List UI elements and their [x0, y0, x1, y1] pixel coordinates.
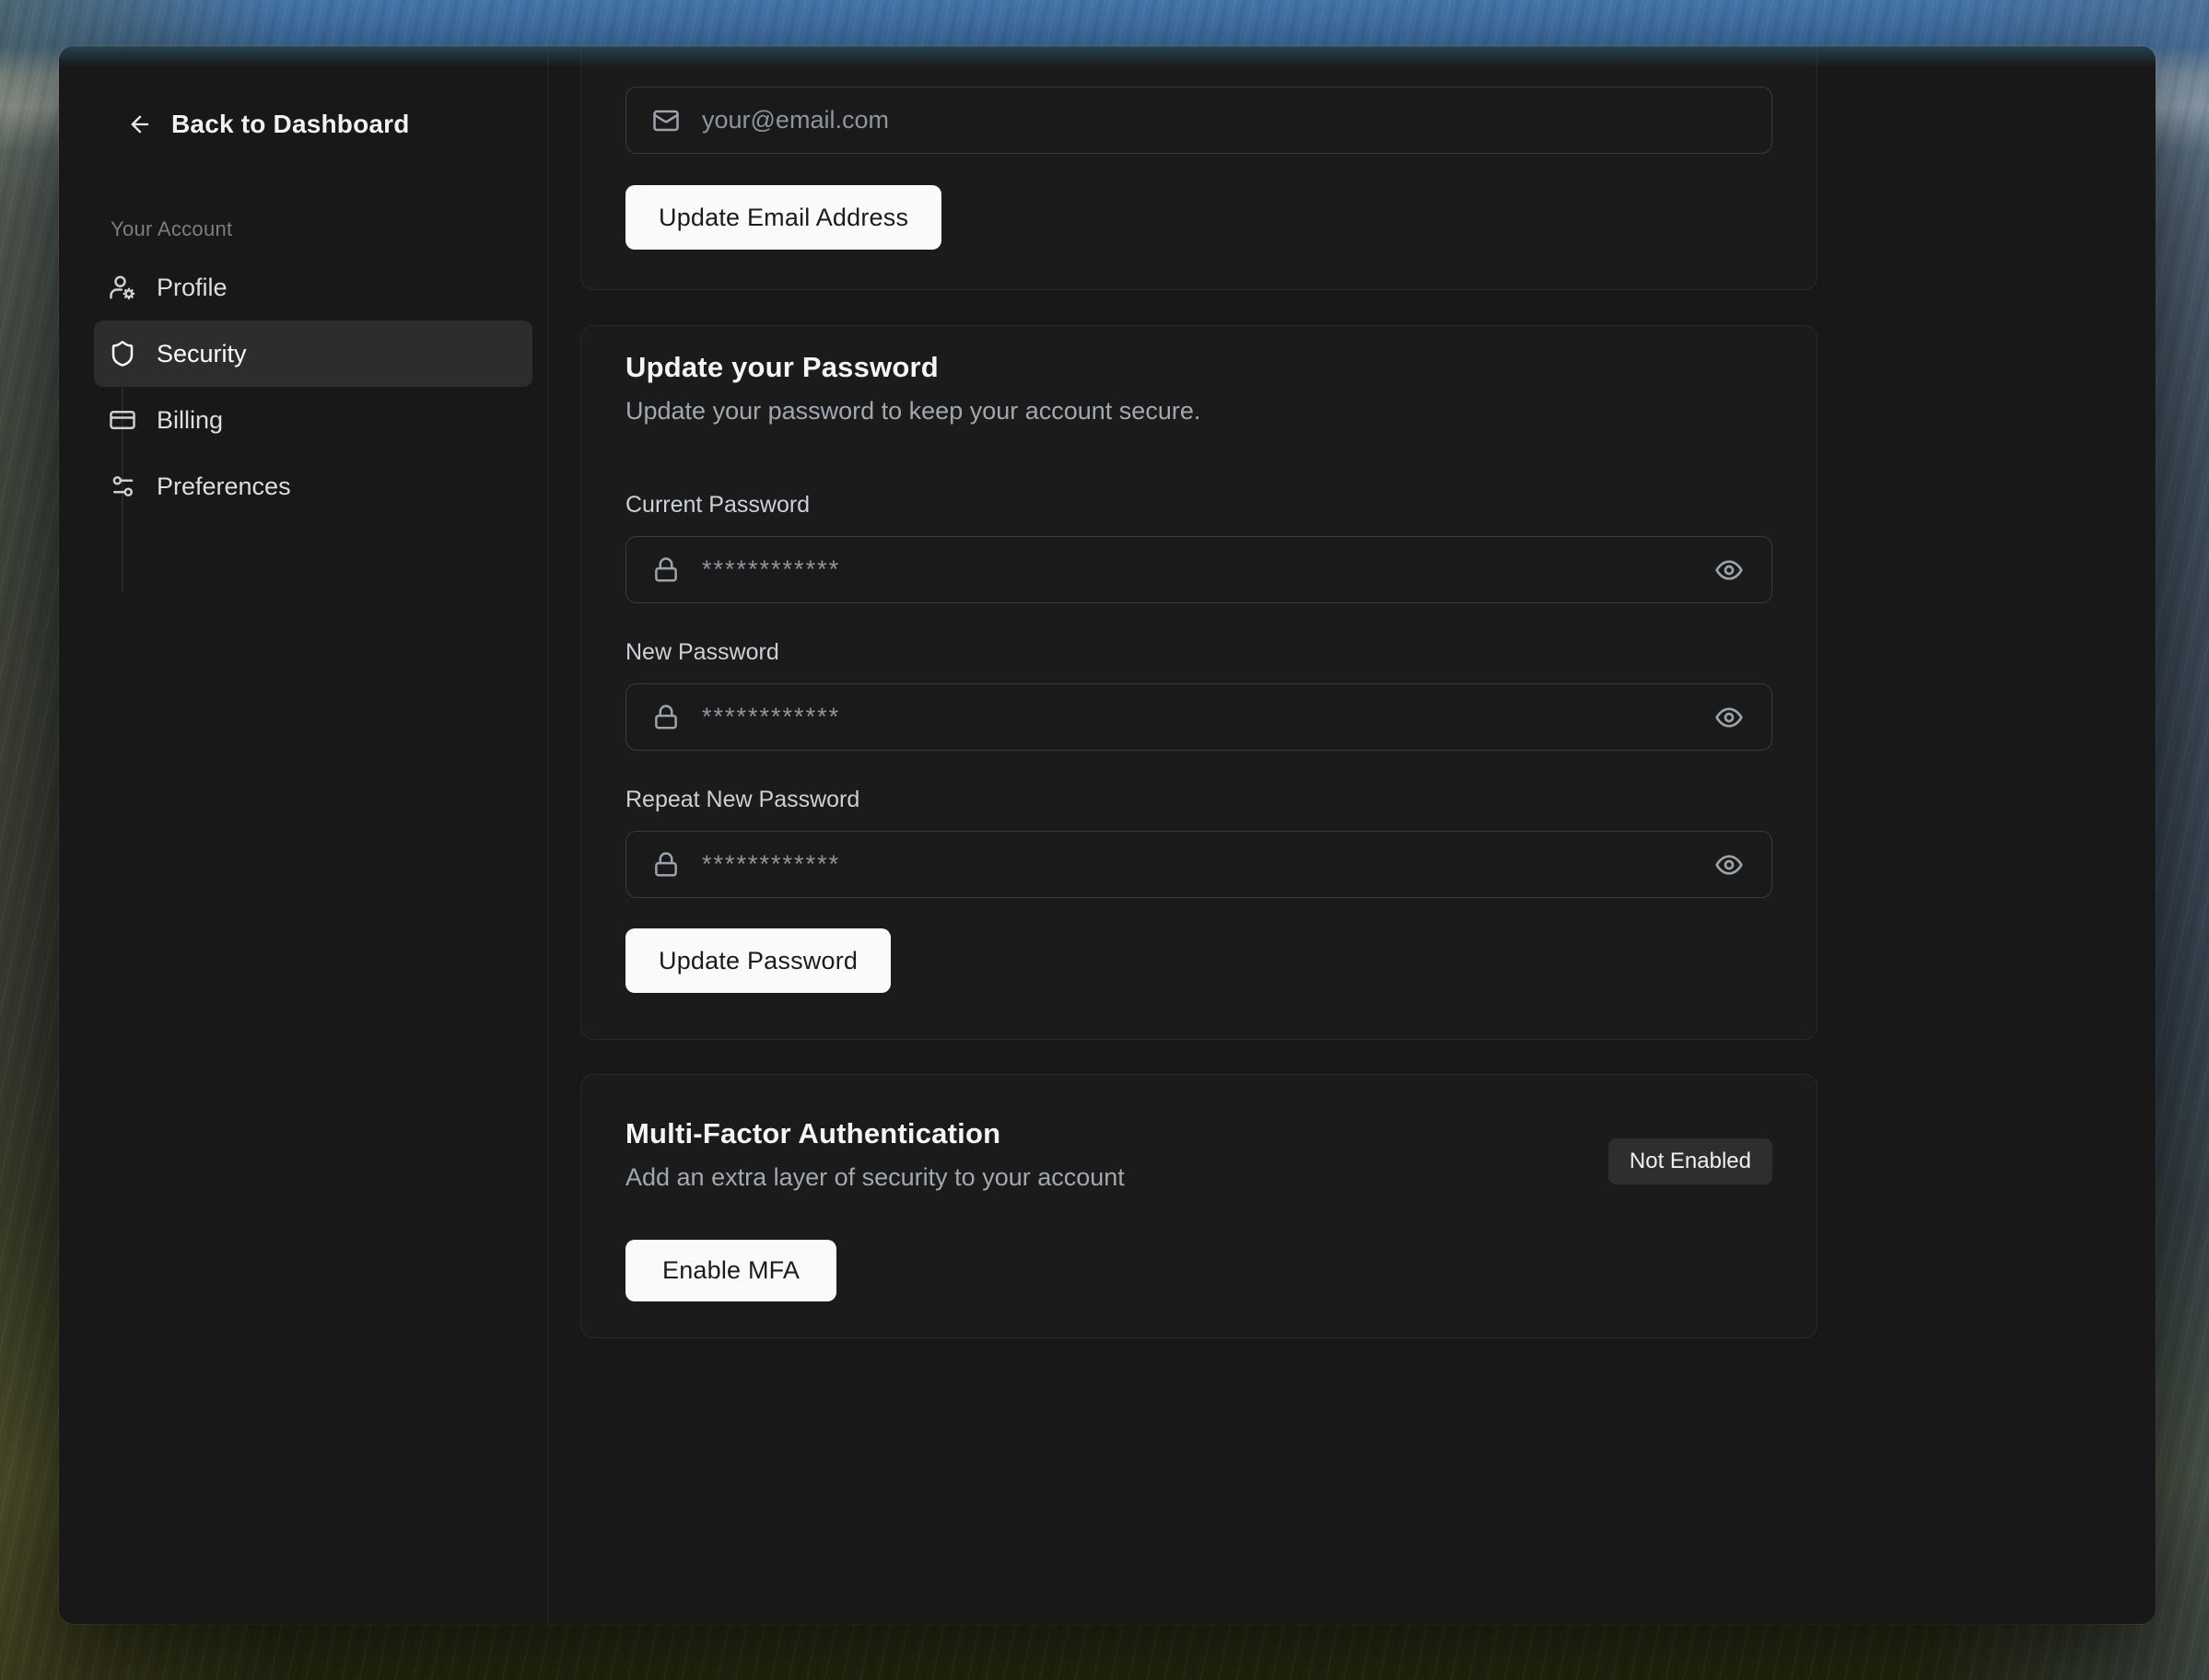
toggle-current-password-visibility-button[interactable]	[1709, 550, 1749, 590]
sidebar-item-billing[interactable]: Billing	[94, 387, 532, 453]
password-card-subtitle: Update your password to keep your accoun…	[625, 394, 1772, 427]
new-password-input[interactable]	[702, 703, 1687, 731]
lock-icon	[652, 556, 680, 584]
sliders-icon	[109, 472, 136, 500]
eye-icon	[1714, 555, 1744, 585]
email-input-box	[625, 87, 1772, 154]
email-card: Update Email Address	[580, 46, 1817, 290]
shield-icon	[109, 340, 136, 368]
password-card: Update your Password Update your passwor…	[580, 325, 1817, 1040]
sidebar-nav: Profile Security Billing	[94, 254, 532, 519]
mfa-header: Multi-Factor Authentication Add an extra…	[625, 1115, 1772, 1194]
eye-icon	[1714, 703, 1744, 732]
sidebar-item-label: Preferences	[157, 472, 291, 501]
current-password-label: Current Password	[625, 491, 1772, 519]
user-gear-icon	[109, 274, 136, 301]
arrow-left-icon	[127, 111, 153, 137]
current-password-input-box	[625, 536, 1772, 603]
current-password-input[interactable]	[702, 555, 1687, 584]
update-password-button[interactable]: Update Password	[625, 928, 891, 993]
settings-window: Back to Dashboard Your Account Profile	[59, 46, 2156, 1624]
credit-card-icon	[109, 406, 136, 434]
mail-icon	[652, 107, 680, 134]
new-password-label: New Password	[625, 638, 1772, 666]
mfa-header-text: Multi-Factor Authentication Add an extra…	[625, 1115, 1125, 1194]
mfa-status-badge: Not Enabled	[1608, 1138, 1772, 1184]
mfa-card-subtitle: Add an extra layer of security to your a…	[625, 1161, 1125, 1194]
new-password-input-box	[625, 683, 1772, 751]
repeat-password-input-box	[625, 831, 1772, 898]
back-to-dashboard-label: Back to Dashboard	[171, 110, 410, 139]
sidebar-item-profile[interactable]: Profile	[94, 254, 532, 321]
toggle-new-password-visibility-button[interactable]	[1709, 697, 1749, 738]
mfa-card-title: Multi-Factor Authentication	[625, 1115, 1125, 1152]
sidebar-item-label: Profile	[157, 274, 228, 302]
sidebar-item-security[interactable]: Security	[94, 321, 532, 387]
sidebar-item-preferences[interactable]: Preferences	[94, 453, 532, 519]
repeat-password-input[interactable]	[702, 850, 1687, 879]
sidebar: Back to Dashboard Your Account Profile	[59, 46, 548, 1624]
lock-icon	[652, 704, 680, 731]
repeat-password-label: Repeat New Password	[625, 786, 1772, 813]
back-to-dashboard-button[interactable]: Back to Dashboard	[127, 101, 410, 147]
enable-mfa-button[interactable]: Enable MFA	[625, 1240, 836, 1301]
sidebar-item-label: Security	[157, 340, 247, 368]
toggle-repeat-password-visibility-button[interactable]	[1709, 845, 1749, 885]
lock-icon	[652, 851, 680, 879]
sidebar-item-label: Billing	[157, 406, 223, 435]
update-email-button[interactable]: Update Email Address	[625, 185, 941, 250]
password-card-title: Update your Password	[625, 349, 1772, 386]
mfa-card: Multi-Factor Authentication Add an extra…	[580, 1074, 1817, 1338]
sidebar-section-label: Your Account	[111, 217, 232, 241]
eye-icon	[1714, 850, 1744, 880]
main-content: Update Email Address Update your Passwor…	[548, 46, 2156, 1624]
email-input[interactable]	[702, 106, 1749, 134]
